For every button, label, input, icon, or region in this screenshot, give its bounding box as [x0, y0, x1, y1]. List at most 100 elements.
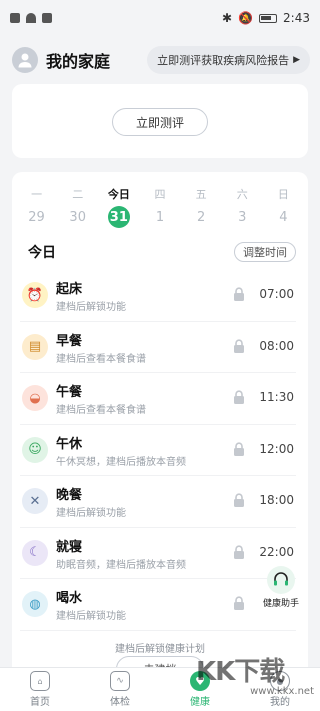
day-number: 2 — [196, 209, 206, 225]
bluetooth-icon: ✱ — [222, 11, 233, 25]
day-name: 五 — [195, 188, 207, 201]
moon-icon: ☾ — [22, 539, 48, 566]
item-time: 11:30 — [259, 390, 294, 404]
nav-label: 健康 — [190, 697, 210, 708]
alarm-clock-icon: ⏰ — [22, 282, 48, 308]
adjust-time-button[interactable]: 调整时间 — [234, 242, 296, 262]
day-column[interactable]: 四 1 — [142, 186, 178, 228]
item-title: 早餐 — [56, 333, 83, 349]
smile-icon: ☺ — [22, 436, 48, 463]
battery-icon — [259, 13, 278, 23]
item-title: 午休 — [56, 436, 83, 452]
notification-icon — [10, 13, 20, 23]
headset-icon — [267, 566, 295, 594]
nav-label: 体检 — [110, 697, 130, 708]
week-calendar: 一 29 二 30 今日 31 四 1 五 2 六 3 日 4 — [12, 186, 308, 228]
lock-icon — [234, 493, 244, 507]
message-icon — [42, 13, 52, 23]
item-time: 22:00 — [259, 544, 294, 559]
item-title: 喝水 — [56, 591, 83, 606]
user-icon — [18, 53, 32, 68]
item-title: 就寝 — [56, 539, 83, 555]
bread-icon: ▤ — [22, 333, 48, 360]
item-description: 助眠音频，建档后播放本音频 — [56, 559, 186, 571]
nav-health[interactable]: ♥ 健康 — [168, 671, 232, 708]
item-time: 08:00 — [259, 338, 294, 353]
item-description: 建档后解锁功能 — [56, 302, 126, 313]
nav-home[interactable]: ⌂ 首页 — [8, 671, 72, 708]
evaluate-button[interactable]: 立即测评 — [112, 108, 208, 136]
day-column[interactable]: 五 2 — [183, 186, 219, 228]
wifi-icon — [26, 13, 36, 23]
lock-icon — [234, 287, 244, 301]
bowl-icon: ◒ — [22, 385, 48, 411]
day-number: 1 — [155, 209, 165, 225]
caret-right-icon: ▶ — [293, 55, 300, 65]
risk-report-label: 立即测评获取疾病风险报告 — [157, 54, 290, 67]
schedule-item-lunch[interactable]: ◒ 午餐 建档后查看本餐食谱 11:30 — [20, 373, 296, 425]
plan-card: 一 29 二 30 今日 31 四 1 五 2 六 3 日 4 今日 调整时间 — [12, 172, 308, 692]
schedule-item-water[interactable]: ◍ 喝水 建档后解锁功能 — [20, 579, 296, 631]
nav-label: 我的 — [270, 697, 290, 708]
day-number: 30 — [69, 209, 86, 225]
day-name: 六 — [236, 188, 248, 201]
day-number: 3 — [238, 209, 247, 225]
risk-report-button[interactable]: 立即测评获取疾病风险报告 ▶ — [147, 46, 310, 74]
status-bar: ✱ 🔕 2:43 — [0, 0, 320, 36]
item-title: 起床 — [56, 282, 83, 297]
cutlery-icon: ✕ — [22, 488, 48, 514]
lock-icon — [234, 338, 244, 353]
item-time: 07:00 — [259, 287, 294, 301]
day-column[interactable]: 一 29 — [19, 186, 55, 228]
header: 我的家庭 立即测评获取疾病风险报告 ▶ — [0, 36, 320, 84]
item-description: 建档后解锁功能 — [56, 508, 126, 519]
health-heart-icon: ♥ — [190, 671, 210, 691]
nav-checkup[interactable]: ∿ 体检 — [88, 671, 152, 708]
item-description: 建档后查看本餐食谱 — [56, 353, 146, 365]
day-name: 今日 — [107, 188, 130, 201]
item-description: 建档后查看本餐食谱 — [56, 405, 146, 416]
day-name: 四 — [154, 188, 166, 201]
day-number-selected: 31 — [107, 206, 130, 228]
day-name: 一 — [31, 188, 43, 201]
avatar[interactable] — [12, 47, 38, 73]
bottom-nav: ⌂ 首页 ∿ 体检 ♥ 健康 ● 我的 — [0, 667, 320, 711]
day-name: 日 — [277, 188, 289, 201]
nav-profile[interactable]: ● 我的 — [248, 671, 312, 708]
section-title: 今日 — [28, 245, 56, 261]
unlock-plan-note: 建档后解锁健康计划 — [115, 644, 205, 655]
day-column[interactable]: 日 4 — [265, 186, 301, 228]
schedule-item-breakfast[interactable]: ▤ 早餐 建档后查看本餐食谱 08:00 — [20, 322, 296, 373]
profile-icon: ● — [270, 671, 290, 691]
item-description: 午休冥想，建档后播放本音频 — [56, 456, 186, 468]
mute-icon: 🔕 — [238, 11, 254, 25]
schedule-item-nap[interactable]: ☺ 午休 午休冥想，建档后播放本音频 12:00 — [20, 425, 296, 476]
day-column[interactable]: 六 3 — [224, 186, 260, 228]
assessment-card: 立即测评 — [12, 84, 308, 158]
day-name: 二 — [72, 188, 84, 201]
item-description: 建档后解锁功能 — [56, 611, 126, 622]
assistant-label: 健康助手 — [262, 599, 299, 609]
item-title: 晚餐 — [56, 488, 83, 503]
nav-label: 首页 — [30, 697, 50, 708]
checkup-icon: ∿ — [110, 671, 130, 691]
day-number: 29 — [28, 209, 45, 225]
home-icon: ⌂ — [30, 671, 50, 691]
lock-icon — [234, 441, 244, 456]
status-time: 2:43 — [283, 11, 310, 25]
day-column-today[interactable]: 今日 31 — [101, 186, 137, 228]
item-time: 12:00 — [259, 441, 294, 456]
water-drop-icon: ◍ — [22, 591, 48, 617]
lock-icon — [234, 544, 244, 559]
lock-icon — [234, 390, 244, 404]
schedule-item-dinner[interactable]: ✕ 晚餐 建档后解锁功能 18:00 — [20, 476, 296, 528]
page-title: 我的家庭 — [46, 52, 111, 71]
day-column[interactable]: 二 30 — [60, 186, 96, 228]
day-number: 4 — [279, 209, 288, 225]
item-title: 午餐 — [56, 385, 83, 400]
schedule-item-wake[interactable]: ⏰ 起床 建档后解锁功能 07:00 — [20, 270, 296, 322]
schedule-item-bedtime[interactable]: ☾ 就寝 助眠音频，建档后播放本音频 22:00 — [20, 528, 296, 579]
item-time: 18:00 — [259, 493, 294, 507]
health-assistant-button[interactable]: 健康助手 — [258, 566, 304, 610]
lock-icon — [234, 596, 244, 610]
